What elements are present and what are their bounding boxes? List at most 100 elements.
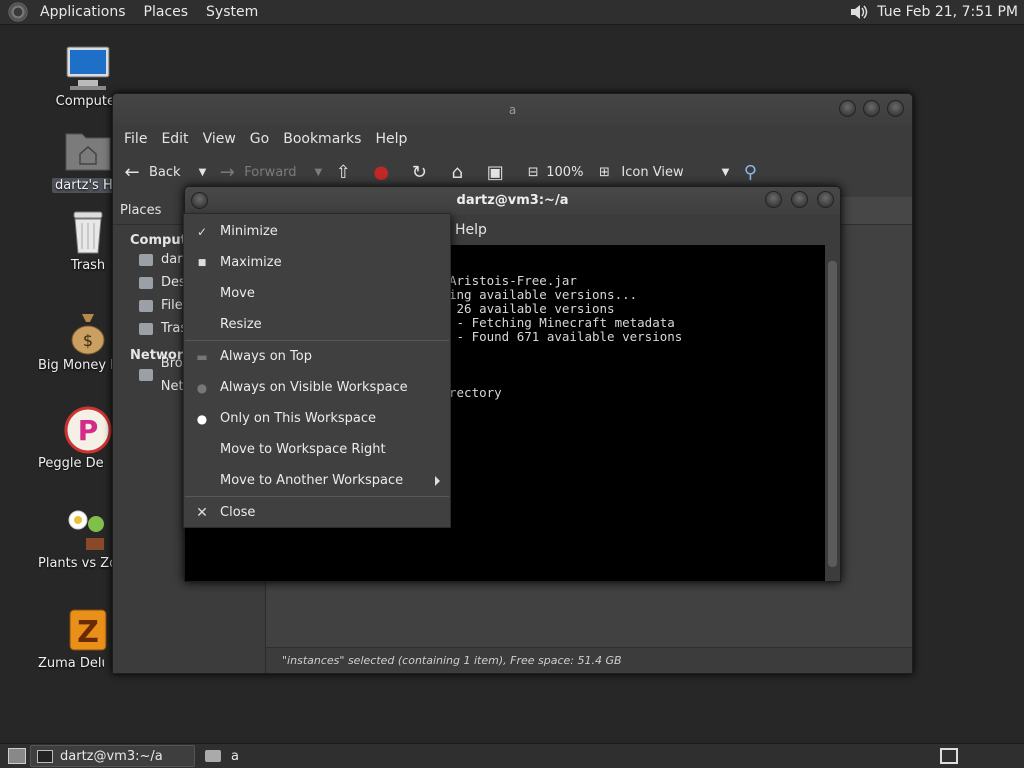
places-menu[interactable]: Places bbox=[138, 4, 195, 20]
forward-label: Forward bbox=[244, 164, 297, 180]
close-button[interactable] bbox=[887, 100, 904, 117]
computer-icon: ▣ bbox=[486, 161, 504, 183]
menu-item-label: Move to Workspace Right bbox=[220, 442, 386, 457]
bottom-panel: dartz@vm3:~/a a bbox=[0, 743, 1024, 768]
scrollbar-thumb[interactable] bbox=[828, 261, 837, 567]
file-manager-titlebar[interactable]: a bbox=[113, 94, 912, 125]
zoom-out-button[interactable]: ⊟ 100% bbox=[522, 161, 584, 183]
applications-menu[interactable]: Applications bbox=[34, 4, 132, 20]
trash-icon bbox=[139, 322, 153, 335]
menu-item-another-workspace[interactable]: Move to Another Workspace bbox=[184, 465, 450, 496]
terminal-line: ing available versions... bbox=[449, 287, 638, 302]
taskbar-item-terminal[interactable]: dartz@vm3:~/a bbox=[30, 745, 195, 767]
desktop-icon-label: Peggle Deluxe bbox=[38, 456, 104, 471]
terminal-menu-help[interactable]: Help bbox=[455, 222, 487, 238]
up-button[interactable]: ⇧ bbox=[332, 161, 360, 183]
trash-icon bbox=[64, 208, 112, 256]
radio-off-icon: ▬ bbox=[196, 349, 208, 364]
menu-view[interactable]: View bbox=[196, 131, 243, 147]
menu-item-close[interactable]: ✕ Close bbox=[184, 497, 450, 528]
top-panel: Applications Places System Tue Feb 21, 7… bbox=[0, 0, 1024, 25]
menu-bookmarks[interactable]: Bookmarks bbox=[276, 131, 368, 147]
back-arrow-icon: ← bbox=[124, 161, 140, 183]
window-menu-button[interactable] bbox=[191, 192, 208, 209]
terminal-line: Aristois-Free.jar bbox=[449, 273, 577, 288]
desktop-icon-label: Zuma Deluxe bbox=[38, 656, 104, 671]
menu-go[interactable]: Go bbox=[243, 131, 276, 147]
reload-icon: ↻ bbox=[411, 161, 427, 183]
minimize-button[interactable] bbox=[839, 100, 856, 117]
terminal-line: - Found 671 available versions bbox=[449, 329, 683, 344]
menu-file[interactable]: File bbox=[117, 131, 154, 147]
svg-text:Z: Z bbox=[77, 615, 99, 650]
zuma-icon: Z bbox=[64, 606, 112, 654]
svg-text:P: P bbox=[78, 414, 99, 447]
desktop-folder-icon bbox=[139, 276, 153, 289]
menu-item-maximize[interactable]: ■ Maximize bbox=[184, 247, 450, 278]
menu-item-always-visible-workspace[interactable]: ● Always on Visible Workspace bbox=[184, 372, 450, 403]
taskbar-item-file-manager[interactable]: a bbox=[199, 745, 245, 767]
menu-item-always-on-top[interactable]: ▬ Always on Top bbox=[184, 341, 450, 372]
menu-help[interactable]: Help bbox=[368, 131, 414, 147]
submenu-arrow-icon bbox=[435, 475, 440, 486]
terminal-titlebar[interactable]: dartz@vm3:~/a bbox=[185, 187, 840, 215]
terminal-line: rectory bbox=[449, 385, 502, 400]
menu-item-only-this-workspace[interactable]: ● Only on This Workspace bbox=[184, 403, 450, 434]
zoom-in-icon[interactable]: ⊞ bbox=[593, 161, 615, 183]
stop-button[interactable]: ● bbox=[370, 161, 398, 183]
workspace-switcher[interactable] bbox=[940, 748, 958, 764]
minimize-icon: ✓ bbox=[196, 224, 208, 239]
status-bar: "instances" selected (containing 1 item)… bbox=[266, 647, 912, 673]
system-menu[interactable]: System bbox=[200, 4, 264, 20]
peggle-icon: P bbox=[64, 406, 112, 454]
computer-icon bbox=[64, 44, 112, 92]
close-icon: ✕ bbox=[196, 504, 208, 521]
menu-item-label: Always on Top bbox=[220, 349, 312, 364]
menu-item-label: Minimize bbox=[220, 224, 278, 239]
maximize-button[interactable] bbox=[863, 100, 880, 117]
clock[interactable]: Tue Feb 21, 7:51 PM bbox=[877, 4, 1018, 20]
menu-item-minimize[interactable]: ✓ Minimize bbox=[184, 216, 450, 247]
menu-item-label: Close bbox=[220, 505, 256, 520]
computer-button[interactable]: ▣ bbox=[484, 161, 512, 183]
zoom-out-icon: ⊟ bbox=[527, 164, 539, 180]
desktop-icon-label: Plants vs Zombies bbox=[38, 556, 114, 571]
show-desktop-icon[interactable] bbox=[8, 748, 26, 764]
menu-item-move[interactable]: Move bbox=[184, 278, 450, 309]
minimize-button[interactable] bbox=[765, 191, 782, 208]
home-button[interactable]: ⌂ bbox=[446, 161, 474, 183]
view-mode-select[interactable]: ⊞ Icon View ▼ bbox=[593, 161, 729, 183]
forward-button[interactable]: → Forward ▼ bbox=[216, 161, 323, 183]
folder-icon bbox=[205, 750, 221, 762]
distro-logo-icon[interactable] bbox=[8, 2, 28, 22]
search-icon: ⚲ bbox=[743, 161, 757, 183]
terminal-icon bbox=[37, 749, 53, 763]
drive-icon bbox=[139, 299, 153, 312]
menu-item-label: Maximize bbox=[220, 255, 282, 270]
close-button[interactable] bbox=[817, 191, 834, 208]
maximize-button[interactable] bbox=[791, 191, 808, 208]
maximize-icon: ■ bbox=[197, 257, 207, 268]
menu-item-label: Move bbox=[220, 286, 255, 301]
home-icon: ⌂ bbox=[451, 161, 463, 183]
svg-text:$: $ bbox=[83, 331, 93, 350]
reload-button[interactable]: ↻ bbox=[408, 161, 436, 183]
menu-item-workspace-right[interactable]: Move to Workspace Right bbox=[184, 434, 450, 465]
forward-arrow-icon: → bbox=[219, 161, 235, 183]
money-bag-icon: $ bbox=[64, 308, 112, 356]
volume-icon[interactable] bbox=[849, 3, 869, 21]
home-folder-icon bbox=[139, 253, 153, 266]
terminal-scrollbar[interactable] bbox=[825, 245, 840, 581]
menu-edit[interactable]: Edit bbox=[154, 131, 195, 147]
menu-item-resize[interactable]: Resize bbox=[184, 309, 450, 340]
menu-item-label: Resize bbox=[220, 317, 262, 332]
zoom-level: 100% bbox=[546, 164, 584, 180]
radio-off-icon: ● bbox=[196, 380, 208, 395]
radio-on-icon: ● bbox=[196, 411, 208, 426]
home-folder-icon bbox=[64, 128, 112, 176]
forward-history-chevron-icon[interactable]: ▼ bbox=[315, 167, 323, 178]
back-button[interactable]: ← Back ▼ bbox=[121, 161, 206, 183]
search-button[interactable]: ⚲ bbox=[739, 161, 767, 183]
back-history-chevron-icon[interactable]: ▼ bbox=[199, 167, 207, 178]
network-icon bbox=[139, 368, 153, 381]
